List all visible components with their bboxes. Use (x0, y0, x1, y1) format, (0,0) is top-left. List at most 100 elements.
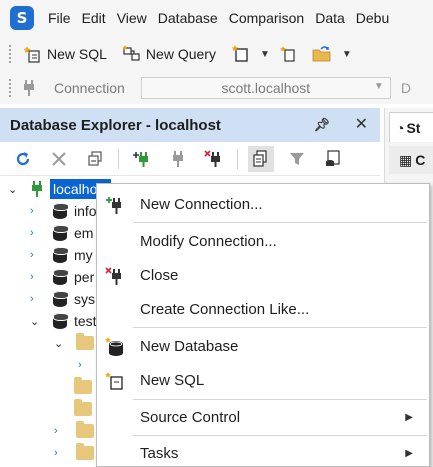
menu-item-new-database[interactable]: New Database (97, 329, 429, 363)
tab-start-page[interactable]: ◔ St (389, 112, 433, 142)
folder-icon (74, 399, 92, 416)
new-connection-toolbar-button[interactable] (129, 146, 155, 172)
app-logo: S (10, 6, 34, 30)
new-file-button[interactable] (276, 40, 302, 68)
grid-icon: ▦ (399, 151, 413, 168)
menu-item-new-sql[interactable]: New SQL (97, 363, 429, 397)
menu-view[interactable]: View (117, 10, 147, 26)
tree-node-folder[interactable]: › (54, 442, 94, 464)
open-dropdown-icon[interactable]: ▼ (342, 49, 352, 60)
menu-separator (133, 327, 427, 328)
collapse-button[interactable] (82, 146, 108, 172)
chevron-right-icon[interactable]: › (30, 293, 44, 305)
new-query-button[interactable]: New Query (119, 40, 220, 68)
menu-item-source-control[interactable]: Source Control ▶ (97, 400, 429, 434)
tree-node-database[interactable]: › em (30, 222, 93, 244)
filter-icon (290, 152, 304, 165)
tree-node-label: sys (74, 291, 95, 307)
chevron-down-icon[interactable]: ⌄ (54, 337, 68, 350)
filter-toolbar-button[interactable] (284, 146, 310, 172)
connection-plug-icon (32, 181, 42, 197)
tree-node-label: info (74, 203, 97, 219)
chevron-down-icon[interactable]: ⌄ (30, 315, 44, 328)
submenu-arrow-icon: ▶ (405, 411, 413, 423)
chevron-right-icon[interactable]: › (30, 227, 44, 239)
object-viewer-toolbar-button[interactable] (320, 146, 346, 172)
connection-select[interactable]: scott.localhost ▼ (140, 77, 391, 99)
new-object-button[interactable] (228, 40, 254, 68)
close-icon[interactable]: ✕ (355, 114, 368, 134)
menu-item-new-connection[interactable]: New Connection... (97, 187, 429, 221)
open-folder-icon (312, 46, 331, 62)
menu-database[interactable]: Database (158, 10, 218, 26)
tree-node-database[interactable]: › per (30, 266, 94, 288)
menu-item-label: New SQL (140, 371, 205, 389)
menu-item-create-connection-like[interactable]: Create Connection Like... (97, 292, 429, 326)
toolbar-grip[interactable] (8, 78, 12, 98)
menu-item-label: New Database (140, 337, 239, 355)
standard-toolbar: New SQL New Query ▼ ▼ (0, 36, 433, 72)
tree-node-folder[interactable] (66, 398, 92, 420)
menu-edit[interactable]: Edit (82, 10, 106, 26)
new-database-icon (105, 337, 123, 356)
chevron-right-icon[interactable]: › (54, 447, 68, 459)
query-builder-icon (122, 45, 140, 61)
database-icon (52, 202, 69, 220)
database-icon (52, 224, 69, 242)
connection-select-value: scott.localhost (221, 80, 311, 96)
open-button[interactable] (308, 40, 336, 68)
chevron-right-icon[interactable]: › (30, 271, 44, 283)
tree-node-label: em (74, 225, 94, 241)
menu-comparison[interactable]: Comparison (229, 10, 304, 26)
database-select-partial[interactable]: D (401, 80, 411, 96)
tree-node-folder[interactable]: ⌄ (54, 332, 94, 354)
new-connection-icon (106, 197, 121, 214)
chevron-right-icon[interactable]: › (30, 249, 44, 261)
tree-node-folder[interactable] (66, 376, 92, 398)
menu-item-tasks[interactable]: Tasks ▶ (97, 436, 429, 467)
menu-file[interactable]: File (48, 10, 71, 26)
refresh-button[interactable] (10, 146, 36, 172)
menu-debug[interactable]: Debu (356, 10, 389, 26)
tab-document[interactable]: ▦ C (389, 146, 433, 174)
tree-node-database[interactable]: › my (30, 244, 93, 266)
database-icon (52, 312, 69, 330)
context-menu: New Connection... Modify Connection... C… (96, 183, 430, 467)
properties-toolbar-button[interactable] (248, 145, 274, 172)
folder-icon (76, 333, 94, 350)
chevron-down-icon[interactable]: ⌄ (8, 183, 22, 196)
disconnect-toolbar-button[interactable] (201, 146, 227, 172)
delete-button[interactable] (46, 146, 72, 172)
tree-node-database[interactable]: ⌄ test (30, 310, 97, 332)
database-icon (52, 268, 69, 286)
tree-node-item[interactable]: › (78, 354, 92, 376)
new-sql-icon (105, 372, 123, 390)
menu-item-modify-connection[interactable]: Modify Connection... (97, 224, 429, 258)
new-sql-button[interactable]: New SQL (20, 40, 111, 68)
tree-node-folder[interactable]: › (54, 420, 94, 442)
menu-item-label: New Connection... (140, 195, 263, 213)
tree-node-database[interactable]: › sys (30, 288, 95, 310)
pin-icon[interactable]: 📌︎ (313, 117, 330, 133)
chevron-right-icon[interactable]: › (30, 205, 44, 217)
new-file-icon (279, 46, 295, 62)
delete-x-icon (52, 151, 66, 166)
tree-node-label: test (74, 313, 97, 329)
connection-label: Connection (54, 80, 125, 96)
menu-item-label: Modify Connection... (140, 232, 277, 250)
menu-data[interactable]: Data (315, 10, 345, 26)
new-sql-icon (24, 46, 40, 63)
new-document-icon (231, 45, 248, 62)
menu-item-label: Close (140, 266, 179, 284)
new-connection-icon (133, 151, 148, 167)
new-query-label: New Query (145, 46, 216, 62)
chevron-right-icon[interactable]: › (54, 425, 68, 437)
connect-toolbar-button[interactable] (165, 146, 191, 172)
new-object-dropdown-icon[interactable]: ▼ (260, 49, 270, 60)
tree-node-database[interactable]: › info (30, 200, 97, 222)
chevron-right-icon[interactable]: › (78, 359, 92, 371)
menu-item-close[interactable]: Close (97, 258, 429, 292)
database-icon (52, 246, 69, 264)
toolbar-grip[interactable] (8, 44, 12, 64)
plug-icon (173, 150, 183, 167)
